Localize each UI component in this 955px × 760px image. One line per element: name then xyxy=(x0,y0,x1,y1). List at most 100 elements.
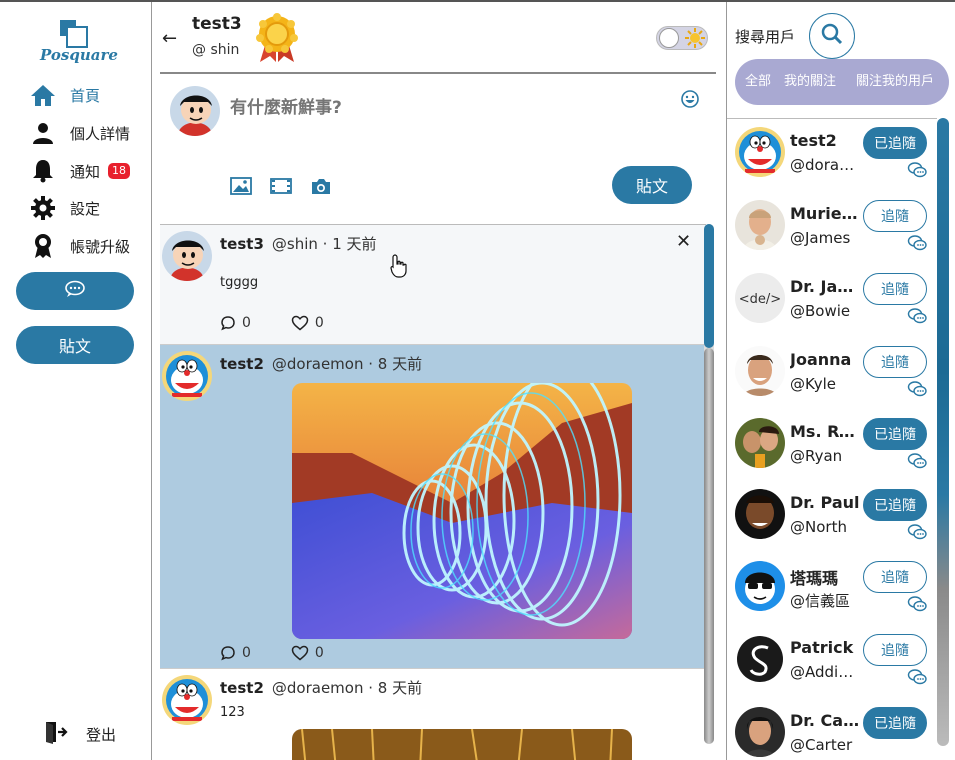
user-name[interactable]: Dr. James xyxy=(790,277,860,296)
composer-avatar xyxy=(170,86,220,136)
toggle-knob xyxy=(659,28,679,48)
theme-toggle[interactable] xyxy=(656,26,708,50)
follow-button[interactable]: 已追隨 xyxy=(863,489,927,521)
user-row[interactable]: test2 @doraemon 已追隨 xyxy=(727,119,937,191)
logout-button[interactable]: 登出 xyxy=(44,720,116,748)
user-avatar[interactable] xyxy=(735,489,785,539)
user-row[interactable]: 塔瑪瑪 @信義區 追隨 xyxy=(727,553,937,625)
sun-icon xyxy=(684,27,706,49)
post-header: test2 @doraemon · 8 天前 xyxy=(220,353,422,374)
sidebar-item-settings[interactable]: 設定 xyxy=(30,193,152,223)
sidebar-post-button[interactable]: 貼文 xyxy=(16,326,134,364)
bell-icon xyxy=(30,158,56,184)
follow-button[interactable]: 追隨 xyxy=(863,634,927,666)
user-handle: @doraemon xyxy=(790,156,856,174)
right-sidebar: 搜尋用戶 全部 我的關注 關注我的用戶 test2 @doraemon 已追隨 … xyxy=(726,2,955,760)
compose-input[interactable] xyxy=(230,98,670,118)
user-row[interactable]: Muriel Hoffman @James 追隨 xyxy=(727,192,937,264)
chat-bubble-icon[interactable] xyxy=(907,307,927,325)
post-avatar[interactable] xyxy=(162,675,212,725)
like-button[interactable]: 0 xyxy=(291,645,324,661)
search-users-label: 搜尋用戶 xyxy=(735,28,796,46)
chat-bubble-icon[interactable] xyxy=(907,668,927,686)
follow-button[interactable]: 追隨 xyxy=(863,200,927,232)
like-count: 0 xyxy=(314,315,324,331)
user-row[interactable]: Dr. Paul @North 已追隨 xyxy=(727,481,937,553)
user-name[interactable]: Dr. Carter xyxy=(790,711,860,730)
user-name[interactable]: 塔瑪瑪 xyxy=(790,565,860,589)
user-row[interactable]: Patrick @Addison 追隨 xyxy=(727,626,937,698)
user-handle: @信義區 xyxy=(790,592,851,610)
user-handle: @James xyxy=(790,229,851,247)
post-item[interactable]: test2 @doraemon · 8 天前 0 0 xyxy=(160,345,706,669)
sidebar-item-profile[interactable]: 個人詳情 xyxy=(30,118,152,148)
chat-bubble-icon[interactable] xyxy=(907,595,927,613)
follow-button[interactable]: 已追隨 xyxy=(863,127,927,159)
follow-button[interactable]: 追隨 xyxy=(863,273,927,305)
user-avatar[interactable] xyxy=(735,707,785,757)
user-avatar[interactable] xyxy=(735,418,785,468)
chat-bubble-icon[interactable] xyxy=(907,161,927,179)
user-name[interactable]: Patrick xyxy=(790,638,860,657)
tab-all[interactable]: 全部 xyxy=(735,59,775,105)
sidebar-item-upgrade[interactable]: 帳號升級 xyxy=(30,231,152,261)
chat-bubble-icon[interactable] xyxy=(907,452,927,470)
sidebar-item-home[interactable]: 首頁 xyxy=(30,80,152,110)
chat-bubble-icon[interactable] xyxy=(907,380,927,398)
user-avatar[interactable] xyxy=(735,127,785,177)
delete-post-icon[interactable]: ✕ xyxy=(676,231,691,252)
post-item[interactable]: test3 @shin · 1 天前 ✕ tgggg 0 0 xyxy=(160,225,706,345)
image-icon[interactable] xyxy=(230,176,252,198)
compose-post-button[interactable]: 貼文 xyxy=(612,166,692,204)
post-image[interactable] xyxy=(292,383,632,639)
comment-button[interactable]: 0 xyxy=(220,645,251,661)
post-avatar[interactable] xyxy=(162,351,212,401)
user-row[interactable]: Joanna @Kyle 追隨 xyxy=(727,338,937,410)
camera-icon[interactable] xyxy=(310,176,332,198)
post-feed: test3 @shin · 1 天前 ✕ tgggg 0 0 test2 @do… xyxy=(160,224,706,760)
user-avatar[interactable] xyxy=(735,561,785,611)
post-image[interactable] xyxy=(292,729,632,760)
user-avatar[interactable]: <de/> xyxy=(735,273,785,323)
chat-bubble-icon[interactable] xyxy=(907,234,927,252)
post-author[interactable]: test2 xyxy=(220,355,264,373)
post-author[interactable]: test2 xyxy=(220,679,264,697)
tab-followers[interactable]: 關注我的用戶 xyxy=(845,59,945,105)
user-row[interactable]: Dr. Carter @Carter 已追隨 xyxy=(727,699,937,760)
user-name[interactable]: test2 xyxy=(790,131,860,150)
chat-bubble-icon[interactable] xyxy=(907,523,927,541)
user-row[interactable]: Ms. Ryan @Ryan 已追隨 xyxy=(727,410,937,482)
user-name[interactable]: Ms. Ryan xyxy=(790,422,860,441)
user-avatar[interactable] xyxy=(735,346,785,396)
tab-following[interactable]: 我的關注 xyxy=(775,59,845,105)
user-list-scrollbar[interactable] xyxy=(937,118,949,746)
sidebar-item-label: 個人詳情 xyxy=(70,124,131,143)
scrollbar-thumb[interactable] xyxy=(704,224,714,348)
post-author[interactable]: test3 xyxy=(220,235,264,253)
user-name[interactable]: Joanna xyxy=(790,350,860,369)
follow-button[interactable]: 已追隨 xyxy=(863,418,927,450)
user-avatar[interactable] xyxy=(735,200,785,250)
sidebar-item-notifications[interactable]: 通知 18 xyxy=(30,156,152,186)
feed-scrollbar[interactable] xyxy=(704,224,714,744)
like-button[interactable]: 0 xyxy=(291,315,324,331)
user-avatar[interactable] xyxy=(735,634,785,684)
follow-button[interactable]: 追隨 xyxy=(863,561,927,593)
search-button[interactable] xyxy=(809,13,855,59)
gear-icon xyxy=(30,195,56,221)
chat-button[interactable] xyxy=(16,272,134,310)
comment-button[interactable]: 0 xyxy=(220,315,251,331)
user-name[interactable]: Muriel Hoffman xyxy=(790,204,860,223)
logo-text: Posquare xyxy=(40,46,118,64)
emoji-icon[interactable] xyxy=(680,89,700,109)
follow-button[interactable]: 追隨 xyxy=(863,346,927,378)
posquare-logo[interactable]: Posquare xyxy=(40,18,118,68)
video-icon[interactable] xyxy=(270,176,292,198)
post-avatar[interactable] xyxy=(162,231,212,281)
back-arrow-icon[interactable]: ← xyxy=(162,28,177,49)
user-row[interactable]: <de/> Dr. James @Bowie 追隨 xyxy=(727,265,937,337)
follow-button[interactable]: 已追隨 xyxy=(863,707,927,739)
post-item[interactable]: test2 @doraemon · 8 天前 123 xyxy=(160,669,706,760)
user-name[interactable]: Dr. Paul xyxy=(790,493,860,512)
post-actions: 0 0 xyxy=(220,315,324,331)
